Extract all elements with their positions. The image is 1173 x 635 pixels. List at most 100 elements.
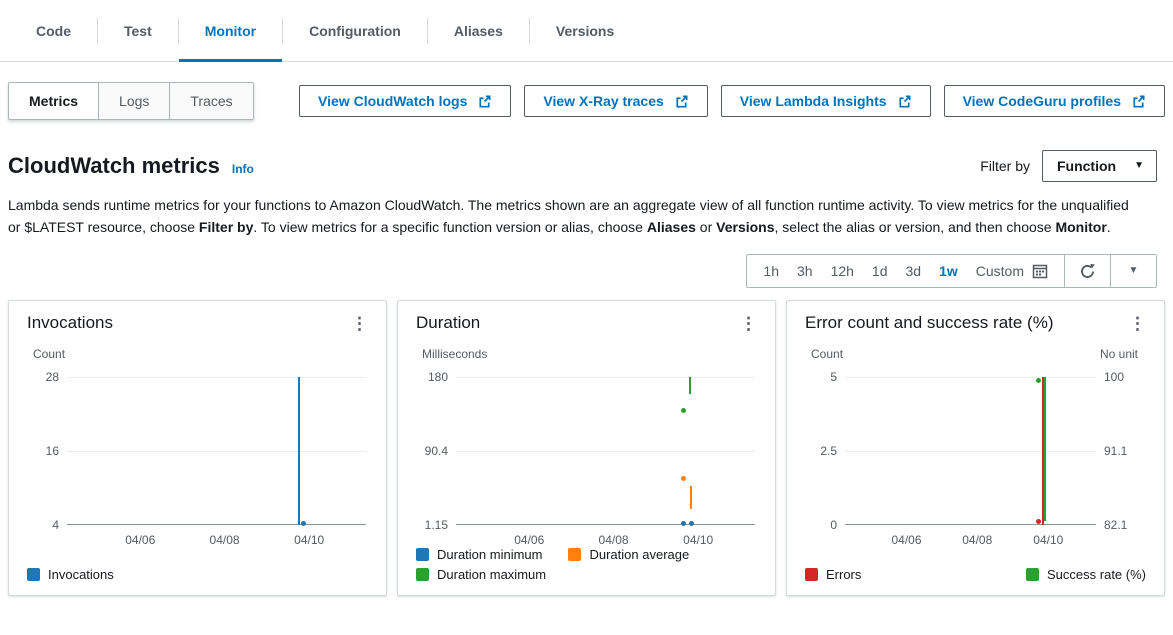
chart-mark <box>1036 378 1041 383</box>
tab-configuration[interactable]: Configuration <box>283 0 427 61</box>
description-bold: Filter by <box>199 219 253 235</box>
gridline <box>456 377 755 378</box>
y-tick-label: 4 <box>52 518 59 532</box>
filter-by-label: Filter by <box>980 158 1030 174</box>
y-axis-unit-label-right: No unit <box>1100 347 1138 361</box>
x-tick-label: 04/06 <box>891 533 921 547</box>
refresh-button[interactable] <box>1064 255 1110 287</box>
time-range-3h[interactable]: 3h <box>797 263 813 279</box>
x-tick-label: 04/08 <box>210 533 240 547</box>
tab-aliases[interactable]: Aliases <box>428 0 529 61</box>
info-link[interactable]: Info <box>232 162 254 176</box>
y-tick-label: 0 <box>830 518 837 532</box>
chart-mark <box>1036 519 1041 524</box>
external-link-icon <box>674 94 689 109</box>
external-link-icon <box>477 94 492 109</box>
page-header: CloudWatch metrics Info Filter by Functi… <box>0 120 1173 182</box>
view-lambda-insights-button[interactable]: View Lambda Insights <box>721 85 931 117</box>
monitor-subtabs: Metrics Logs Traces <box>8 82 254 120</box>
subtab-logs[interactable]: Logs <box>98 83 169 119</box>
filter-value: Function <box>1057 158 1116 174</box>
tab-test[interactable]: Test <box>98 0 178 61</box>
x-tick-label: 04/06 <box>514 533 544 547</box>
chart-title: Error count and success rate (%) <box>805 313 1053 333</box>
chart-card-errors: Error count and success rate (%) ⋮ Count… <box>786 300 1165 596</box>
time-range-links: 1h 3h 12h 1d 3d 1w Custom <box>747 255 1064 287</box>
x-axis-line <box>67 524 366 525</box>
custom-label: Custom <box>976 263 1024 279</box>
function-filter-dropdown[interactable]: Function ▼ <box>1042 150 1157 182</box>
time-range-3d[interactable]: 3d <box>906 263 922 279</box>
button-label: View X-Ray traces <box>543 93 663 109</box>
time-range-bar: 1h 3h 12h 1d 3d 1w Custom <box>0 238 1173 288</box>
legend-label: Success rate (%) <box>1047 567 1146 582</box>
time-range-menu-button[interactable]: ▼ <box>1110 255 1156 287</box>
chart-mark <box>1044 377 1046 521</box>
y-tick-label: 180 <box>428 370 448 384</box>
chart-mark <box>298 377 300 525</box>
external-view-buttons: View CloudWatch logs View X-Ray traces V… <box>299 85 1165 117</box>
view-xray-traces-button[interactable]: View X-Ray traces <box>524 85 707 117</box>
time-range-12h[interactable]: 12h <box>831 263 854 279</box>
y-axis-unit-label: Count <box>811 347 843 361</box>
x-tick-label: 04/10 <box>683 533 713 547</box>
x-axis-line <box>456 524 755 525</box>
caret-down-icon: ▼ <box>1129 266 1139 276</box>
tab-versions[interactable]: Versions <box>530 0 640 61</box>
legend-item[interactable]: Success rate (%) <box>1026 567 1146 582</box>
page-title: CloudWatch metrics <box>8 153 220 179</box>
legend-item[interactable]: Duration minimum <box>416 547 542 562</box>
tab-monitor[interactable]: Monitor <box>179 0 282 61</box>
calendar-icon <box>1032 263 1048 279</box>
time-range-custom[interactable]: Custom <box>976 263 1048 279</box>
x-tick-label: 04/08 <box>962 533 992 547</box>
y-tick-label: 2.5 <box>820 444 837 458</box>
legend-item[interactable]: Invocations <box>27 567 114 582</box>
button-label: View CodeGuru profiles <box>963 93 1121 109</box>
time-range-1d[interactable]: 1d <box>872 263 888 279</box>
chart-options-icon[interactable]: ⋮ <box>347 315 372 332</box>
legend-swatch <box>568 548 581 561</box>
monitor-toolbar: Metrics Logs Traces View CloudWatch logs… <box>0 62 1173 120</box>
legend-label: Errors <box>826 567 861 582</box>
y-tick-label: 1.15 <box>425 518 448 532</box>
tab-code[interactable]: Code <box>10 0 97 61</box>
button-label: View Lambda Insights <box>740 93 887 109</box>
refresh-icon <box>1079 263 1096 280</box>
legend-item[interactable]: Errors <box>805 567 861 582</box>
subtab-traces[interactable]: Traces <box>169 83 252 119</box>
view-cloudwatch-logs-button[interactable]: View CloudWatch logs <box>299 85 511 117</box>
y-tick-label-right: 100 <box>1104 370 1124 384</box>
x-tick-label: 04/10 <box>294 533 324 547</box>
chart-mark <box>690 486 692 509</box>
y-tick-label: 5 <box>830 370 837 384</box>
chart-title: Invocations <box>27 313 113 333</box>
chart-card-invocations: Invocations ⋮ Count 28 16 4 04/06 04/08 … <box>8 300 387 596</box>
chart-mark <box>681 521 686 526</box>
gridline <box>67 451 366 452</box>
gridline <box>67 377 366 378</box>
x-tick-label: 04/06 <box>125 533 155 547</box>
chart-options-icon[interactable]: ⋮ <box>1125 315 1150 332</box>
legend-label: Duration average <box>589 547 689 562</box>
legend-item[interactable]: Duration maximum <box>416 567 546 582</box>
y-tick-label: 16 <box>46 444 59 458</box>
chart-plot: 180 90.4 1.15 04/06 04/08 04/10 <box>456 377 755 525</box>
view-codeguru-profiles-button[interactable]: View CodeGuru profiles <box>944 85 1165 117</box>
x-tick-label: 04/08 <box>599 533 629 547</box>
legend-swatch <box>27 568 40 581</box>
time-range-1h[interactable]: 1h <box>763 263 779 279</box>
legend-item[interactable]: Duration average <box>568 547 689 562</box>
caret-down-icon: ▼ <box>1134 161 1144 171</box>
chart-mark <box>689 377 691 394</box>
y-tick-label-right: 91.1 <box>1104 444 1127 458</box>
metrics-charts: Invocations ⋮ Count 28 16 4 04/06 04/08 … <box>8 300 1165 596</box>
legend-label: Duration maximum <box>437 567 546 582</box>
description-segment: , select the alias or version, and then … <box>775 219 1056 235</box>
chart-options-icon[interactable]: ⋮ <box>736 315 761 332</box>
legend-swatch <box>416 568 429 581</box>
subtab-metrics[interactable]: Metrics <box>9 83 98 119</box>
y-tick-label: 90.4 <box>425 444 448 458</box>
time-range-1w[interactable]: 1w <box>939 263 958 279</box>
x-axis-line <box>845 524 1096 525</box>
